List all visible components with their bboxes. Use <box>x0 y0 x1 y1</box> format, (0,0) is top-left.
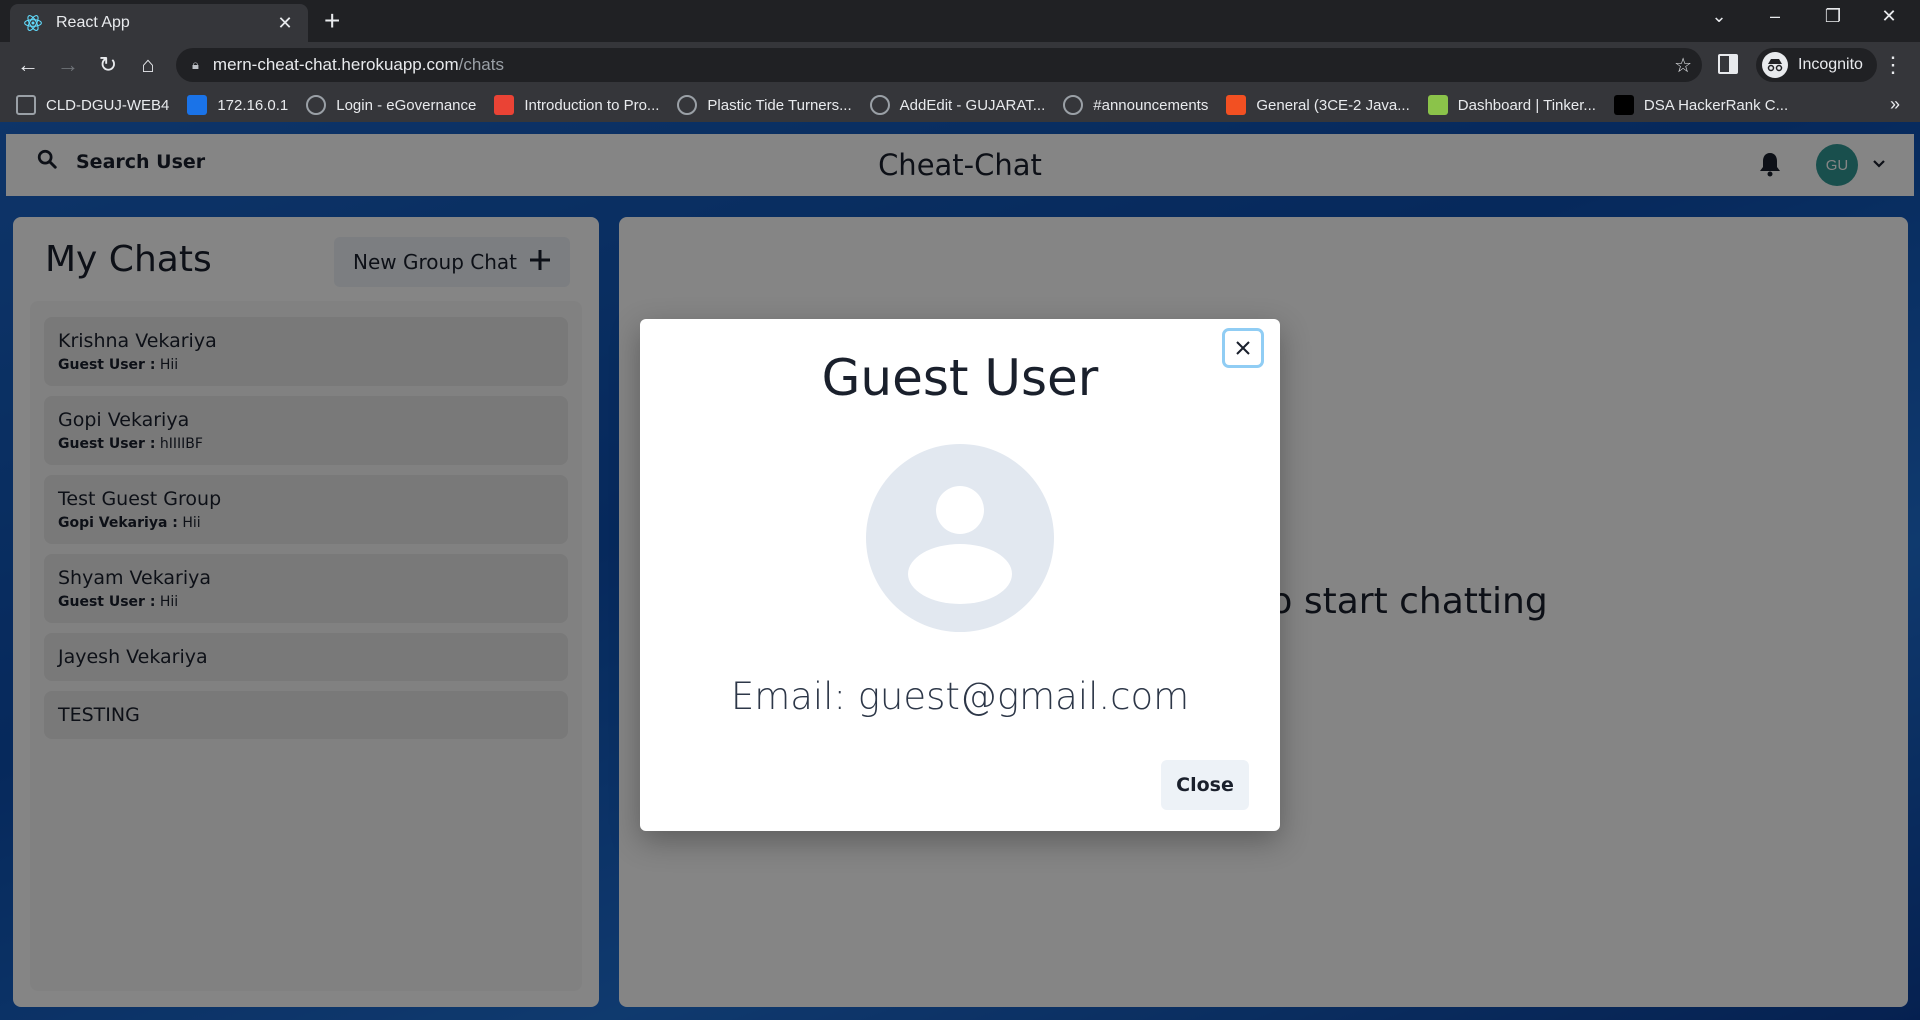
user-avatar-icon <box>866 444 1054 632</box>
bookmark-label: Dashboard | Tinker... <box>1457 96 1596 114</box>
minimize-icon[interactable]: – <box>1760 6 1790 27</box>
new-tab-icon[interactable]: + <box>324 7 340 35</box>
globe-icon <box>306 95 327 115</box>
hackerrank-icon <box>1613 95 1634 115</box>
bookmark-label: Plastic Tide Turners... <box>707 96 852 114</box>
globe-icon <box>869 95 890 115</box>
bookmark-item[interactable]: #announcements <box>1063 95 1208 115</box>
bookmark-item[interactable]: Plastic Tide Turners... <box>677 95 852 115</box>
site-icon <box>16 95 36 115</box>
bookmark-star-icon[interactable]: ☆ <box>1674 53 1692 78</box>
url-path: /chats <box>458 55 504 74</box>
side-panel-icon[interactable] <box>1718 54 1738 74</box>
bookmarks-bar: CLD-DGUJ-WEB4 172.16.0.1 Login - eGovernan… <box>0 88 1920 122</box>
s-logo-icon <box>187 95 208 115</box>
window-close-icon[interactable]: ✕ <box>1874 6 1904 27</box>
incognito-label: Incognito <box>1798 56 1863 73</box>
bookmark-item[interactable]: Introduction to Pro... <box>494 95 659 115</box>
bookmark-label: Introduction to Pro... <box>524 96 660 114</box>
tab-title: React App <box>56 14 130 31</box>
url-host: mern-cheat-chat.herokuapp.com <box>212 55 459 74</box>
incognito-indicator[interactable]: Incognito <box>1756 48 1877 82</box>
globe-icon <box>1063 95 1084 115</box>
restore-icon[interactable]: ❐ <box>1818 6 1848 27</box>
address-bar[interactable]: 🔒︎ mern-cheat-chat.herokuapp.com/chats ☆ <box>176 48 1702 82</box>
bookmark-label: CLD-DGUJ-WEB4 <box>46 96 170 114</box>
modal-close-button[interactable]: Close <box>1161 760 1249 810</box>
bookmark-label: DSA HackerRank C... <box>1643 96 1789 114</box>
browser-tab[interactable]: React App ✕ <box>10 4 308 42</box>
browser-menu-icon[interactable]: ⋮ <box>1882 52 1904 78</box>
reload-icon[interactable]: ↻ <box>94 51 122 79</box>
globe-icon <box>677 95 698 115</box>
back-icon[interactable]: ← <box>14 51 42 79</box>
bookmarks-overflow-icon[interactable]: » <box>1890 94 1900 115</box>
bookmark-item[interactable]: AddEdit - GUJARAT... <box>869 95 1046 115</box>
bookmark-label: Login - eGovernance <box>336 96 477 114</box>
bookmark-item[interactable]: CLD-DGUJ-WEB4 <box>16 95 169 115</box>
react-icon <box>22 12 44 34</box>
bookmark-item[interactable]: General (3CE-2 Java... <box>1226 95 1410 115</box>
browser-tabstrip: React App ✕ + ⌄ – ❐ ✕ <box>0 0 1920 42</box>
home-icon[interactable]: ⌂ <box>134 51 162 79</box>
profile-modal: Guest User Email: guest@gmail.com Close <box>640 319 1280 831</box>
bookmark-label: #announcements <box>1093 96 1209 114</box>
browser-toolbar: ← → ↻ ⌂ 🔒︎ mern-cheat-chat.herokuapp.com… <box>0 42 1920 88</box>
forward-icon[interactable]: → <box>54 51 82 79</box>
bookmark-item[interactable]: Login - eGovernance <box>306 95 476 115</box>
microsoft-icon <box>1226 95 1247 115</box>
app-root: Search User Cheat-Chat GU My Chats New G… <box>0 122 1920 1020</box>
close-icon[interactable] <box>1222 328 1264 368</box>
bookmark-item[interactable]: DSA HackerRank C... <box>1613 95 1789 115</box>
tinkercad-icon <box>1427 95 1448 115</box>
tab-search-icon[interactable]: ⌄ <box>1704 6 1734 27</box>
tab-close-icon[interactable]: ✕ <box>274 13 296 34</box>
google-icon <box>494 95 515 115</box>
bookmark-item[interactable]: Dashboard | Tinker... <box>1427 95 1596 115</box>
bookmark-label: General (3CE-2 Java... <box>1256 96 1410 114</box>
bookmark-item[interactable]: 172.16.0.1 <box>187 95 288 115</box>
modal-email: Email: guest@gmail.com <box>730 675 1190 718</box>
bookmark-label: 172.16.0.1 <box>217 96 289 114</box>
incognito-icon <box>1762 52 1788 78</box>
modal-title: Guest User <box>821 349 1099 407</box>
lock-icon: 🔒︎ <box>192 57 199 72</box>
bookmark-label: AddEdit - GUJARAT... <box>899 96 1046 114</box>
